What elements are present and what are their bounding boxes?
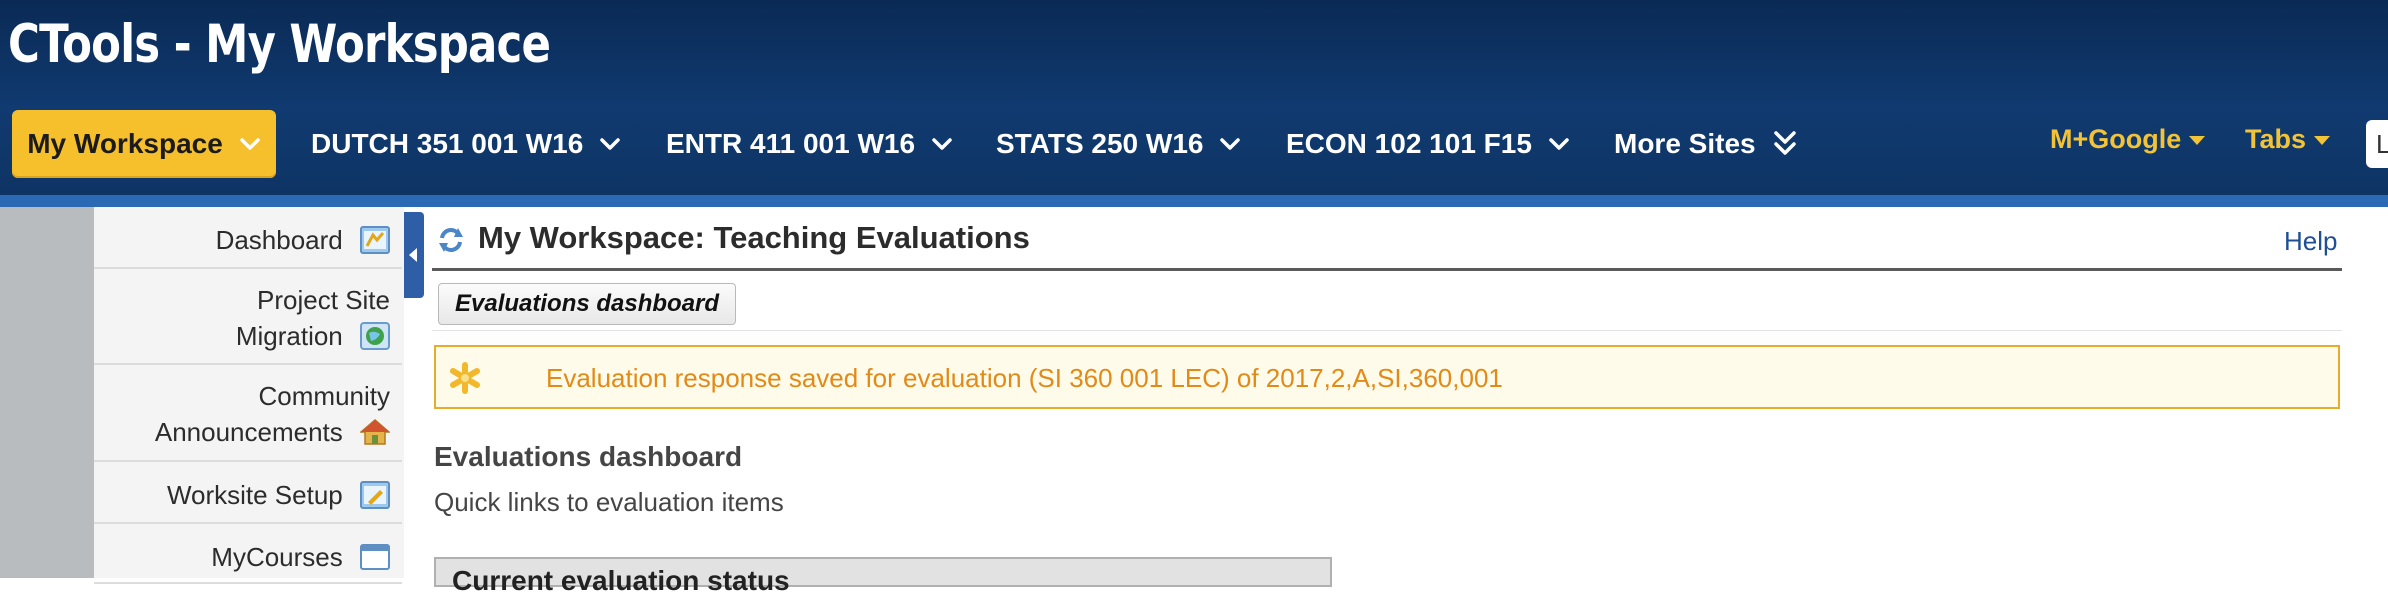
chevron-down-icon — [600, 138, 621, 150]
success-alert: Evaluation response saved for evaluation… — [434, 345, 2340, 409]
tool-item-label-line1: Project Site — [257, 285, 390, 315]
app-title: CTools - My Workspace — [8, 14, 551, 75]
table-header-label: Current evaluation status — [452, 565, 790, 596]
worksite-setup-icon — [360, 481, 390, 510]
site-tab-entr[interactable]: ENTR 411 001 W16 — [666, 110, 953, 178]
tool-item-community-announcements[interactable]: Community Announcements — [94, 365, 402, 462]
tool-item-label: Worksite Setup — [166, 480, 343, 511]
tool-item-worksite-setup[interactable]: Worksite Setup — [94, 462, 402, 524]
tool-item-project-site-migration[interactable]: Project Site Migration — [94, 269, 402, 365]
chevron-down-icon — [1220, 138, 1241, 150]
tool-item-label: Dashboard — [215, 225, 343, 256]
tool-item-dashboard[interactable]: Dashboard — [94, 207, 402, 269]
asterisk-icon — [450, 362, 480, 394]
tabs-menu[interactable]: Tabs — [2245, 124, 2331, 155]
login-button[interactable]: L — [2366, 120, 2388, 168]
m-google-menu[interactable]: M+Google — [2050, 124, 2206, 155]
chevron-down-icon — [932, 138, 952, 150]
window-icon — [360, 544, 390, 571]
tool-item-label-line2: Announcements — [154, 417, 343, 448]
caret-down-icon — [2189, 136, 2206, 146]
sub-nav-divider — [432, 330, 2342, 331]
double-chevron-down-icon — [1773, 131, 1796, 155]
tool-item-label-line2: Migration — [235, 321, 343, 352]
caret-down-icon — [2314, 136, 2331, 146]
alert-message: Evaluation response saved for evaluation… — [546, 363, 1503, 393]
section-heading: Evaluations dashboard — [434, 441, 743, 472]
evaluations-dashboard-button[interactable]: Evaluations dashboard — [438, 283, 737, 325]
tool-item-label-line1: Community — [258, 381, 390, 411]
site-tab-my-workspace[interactable]: My Workspace — [12, 110, 276, 178]
m-google-label: M+Google — [2050, 124, 2182, 154]
site-tab-dutch[interactable]: DUTCH 351 001 W16 — [311, 110, 621, 178]
globe-icon — [360, 322, 390, 351]
tool-item-mycourses[interactable]: MyCourses — [94, 524, 402, 584]
reset-icon[interactable] — [436, 225, 466, 255]
help-link[interactable]: Help — [2284, 226, 2337, 257]
chevron-down-icon — [1549, 138, 1569, 150]
site-tab-label: More Sites — [1614, 128, 1756, 159]
dashboard-icon — [360, 226, 390, 255]
evaluation-status-table-header: Current evaluation status — [434, 557, 1332, 596]
site-tab-label: DUTCH 351 001 W16 — [311, 128, 584, 159]
site-tab-label: ECON 102 101 F15 — [1286, 128, 1532, 159]
home-icon — [360, 419, 390, 445]
more-sites-tab[interactable]: More Sites — [1614, 110, 1798, 178]
tool-item-label: MyCourses — [211, 542, 343, 573]
title-divider — [432, 268, 2342, 271]
top-header: CTools - My Workspace My Workspace DUTCH… — [0, 0, 2388, 196]
header-divider — [0, 195, 2388, 207]
site-tab-label: STATS 250 W16 — [996, 128, 1204, 159]
site-tab-econ[interactable]: ECON 102 101 F15 — [1286, 110, 1570, 178]
site-tab-label: My Workspace — [27, 128, 223, 159]
site-tab-stats[interactable]: STATS 250 W16 — [996, 110, 1241, 178]
page-title: My Workspace: Teaching Evaluations — [478, 220, 1030, 255]
site-tab-label: ENTR 411 001 W16 — [666, 128, 916, 159]
tabs-label: Tabs — [2245, 124, 2307, 154]
collapse-nav-button[interactable] — [404, 212, 424, 298]
left-margin — [0, 207, 94, 578]
section-description: Quick links to evaluation items — [434, 487, 784, 517]
chevron-down-icon — [240, 138, 260, 150]
